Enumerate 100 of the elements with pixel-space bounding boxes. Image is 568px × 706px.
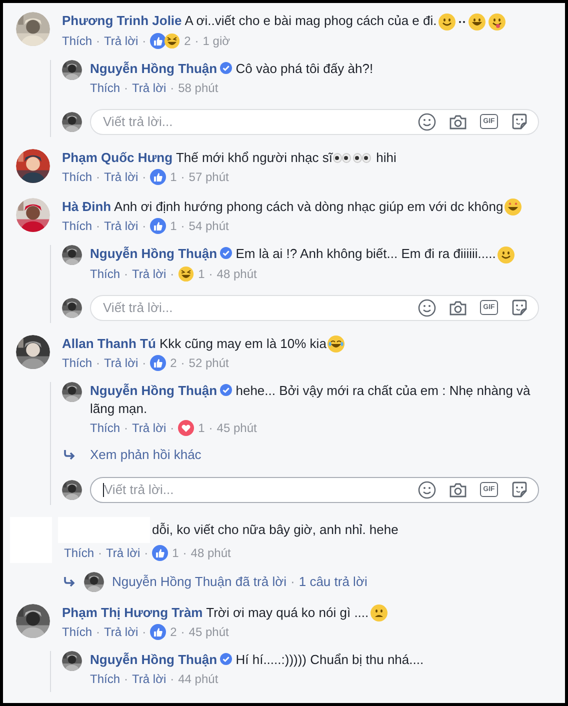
separator: · [180, 355, 185, 372]
like-link[interactable]: Thích [90, 78, 120, 97]
separator: · [96, 624, 100, 642]
smiley-icon [488, 12, 506, 31]
sticker-icon[interactable] [511, 299, 528, 316]
reply-link[interactable]: Trả lời [104, 168, 138, 186]
like-link[interactable]: Thích [62, 168, 92, 186]
reaction-count[interactable]: 2 [170, 623, 177, 642]
comment-text: Nguyễn Hồng Thuận hehe... Bởi vậy mới ra chất của em : Nhẹ nhàng và lãng mạn. [90, 382, 532, 418]
commenter-name[interactable]: Nguyễn Hồng Thuận [90, 383, 232, 398]
reaction-count[interactable]: 1 [198, 264, 205, 283]
like-icon [150, 355, 166, 372]
separator: · [170, 80, 174, 97]
like-icon [150, 624, 166, 640]
like-link[interactable]: Thích [62, 217, 92, 236]
separator: · [142, 218, 146, 236]
comment-text: Phạm Thị Hương Tràm Trời ơi may quá ko nói gì .... [62, 604, 539, 622]
laughing-face-icon [178, 266, 194, 282]
reply-arrow-icon [64, 450, 76, 460]
timestamp[interactable]: 44 phút [178, 670, 218, 688]
reply-arrow-icon [64, 576, 76, 587]
timestamp[interactable]: 45 phút [188, 623, 229, 642]
separator: · [142, 355, 146, 372]
reaction-count[interactable]: 1 [172, 544, 179, 562]
separator: · [182, 544, 187, 562]
reply-link[interactable]: Trả lời [132, 670, 166, 688]
like-link[interactable]: Thích [62, 354, 92, 372]
separator: · [170, 671, 174, 688]
timestamp[interactable]: 1 giờ [202, 32, 230, 50]
reaction-count[interactable]: 1 [170, 168, 177, 186]
reply-link[interactable]: Trả lời [104, 32, 138, 50]
timestamp[interactable]: 52 phút [188, 354, 229, 372]
reaction-count[interactable]: 1 [198, 419, 205, 438]
smiley-icon[interactable] [418, 298, 436, 317]
camera-icon[interactable] [449, 114, 467, 130]
camera-icon[interactable] [449, 482, 467, 498]
commenter-name[interactable]: Phạm Thị Hương Tràm [62, 604, 203, 620]
separator: · [194, 32, 199, 50]
reply-link[interactable]: Trả lời [132, 264, 166, 283]
reply-count-link[interactable]: 1 câu trả lời [298, 572, 368, 592]
timestamp[interactable]: 45 phút [216, 419, 257, 438]
separator: · [124, 671, 128, 688]
commenter-name[interactable]: Nguyễn Hồng Thuận [90, 60, 232, 76]
reply-link[interactable]: Trả lời [104, 623, 138, 642]
eyes-icon [353, 153, 372, 164]
separator: · [142, 168, 146, 186]
sticker-icon[interactable] [511, 113, 528, 130]
verified-badge-icon [220, 247, 232, 260]
smiley-icon[interactable] [418, 112, 436, 131]
timestamp[interactable]: 48 phút [190, 544, 231, 562]
separator: · [142, 32, 146, 50]
reply-link[interactable]: Trả lời [106, 544, 140, 562]
like-link[interactable]: Thích [62, 623, 92, 642]
separator: · [180, 624, 185, 642]
reply-link[interactable]: Trả lời [104, 354, 138, 372]
separator: · [208, 266, 213, 283]
sticker-icon[interactable] [511, 481, 528, 498]
timestamp[interactable]: 57 phút [188, 168, 229, 186]
like-link[interactable]: Thích [64, 544, 94, 562]
reply-link[interactable]: Trả lời [132, 419, 166, 438]
like-link[interactable]: Thích [90, 670, 120, 688]
like-icon [150, 168, 166, 185]
commenter-name[interactable]: Phạm Quốc Hưng [62, 150, 173, 165]
camera-icon[interactable] [449, 300, 467, 316]
commenter-name[interactable]: Nguyễn Hồng Thuận [90, 652, 232, 668]
separator: · [170, 266, 174, 283]
sad-face-icon [370, 604, 388, 622]
commenter-name[interactable]: Nguyễn Hồng Thuận [90, 246, 232, 262]
separator: · [124, 420, 128, 438]
replied-summary-link[interactable]: Nguyễn Hồng Thuận đã trả lời [112, 572, 287, 592]
reply-link[interactable]: Trả lời [132, 78, 166, 97]
comment-text: Nguyễn Hồng Thuận Em là ai !? Anh không biết... Em đi ra điiiiii..... [90, 245, 539, 264]
smiley-icon [468, 12, 486, 31]
commenter-name[interactable]: Allan Thanh Tú [62, 336, 156, 351]
verified-badge-icon [220, 62, 232, 74]
like-icon [150, 218, 166, 234]
laughing-face-icon [164, 32, 180, 49]
timestamp[interactable]: 48 phút [216, 264, 257, 283]
comment-text: Nguyễn Hồng Thuận Cô vào phá tôi đấy àh?! [90, 60, 374, 78]
more-replies-link[interactable]: Xem phản hồi khác [90, 445, 202, 465]
like-link[interactable]: Thích [90, 264, 120, 283]
reaction-count[interactable]: 2 [184, 32, 191, 50]
separator: · [96, 355, 100, 372]
timestamp[interactable]: 58 phút [178, 78, 218, 97]
separator: · [180, 218, 185, 236]
commenter-name[interactable]: Phương Trinh Jolie [62, 13, 182, 28]
reply-link[interactable]: Trả lời [104, 217, 138, 236]
smiley-icon[interactable] [418, 480, 436, 499]
separator: · [208, 420, 213, 438]
separator: · [124, 80, 128, 97]
like-link[interactable]: Thích [62, 32, 92, 50]
timestamp[interactable]: 54 phút [188, 217, 229, 236]
commenter-name[interactable]: Hà Đinh [62, 198, 112, 214]
reaction-count[interactable]: 1 [170, 217, 177, 236]
like-link[interactable]: Thích [90, 419, 120, 438]
reaction-count[interactable]: 2 [170, 354, 177, 372]
verified-badge-icon [220, 384, 232, 396]
separator: · [142, 624, 146, 642]
smiley-icon [496, 246, 515, 264]
eyes-icon [333, 153, 352, 164]
